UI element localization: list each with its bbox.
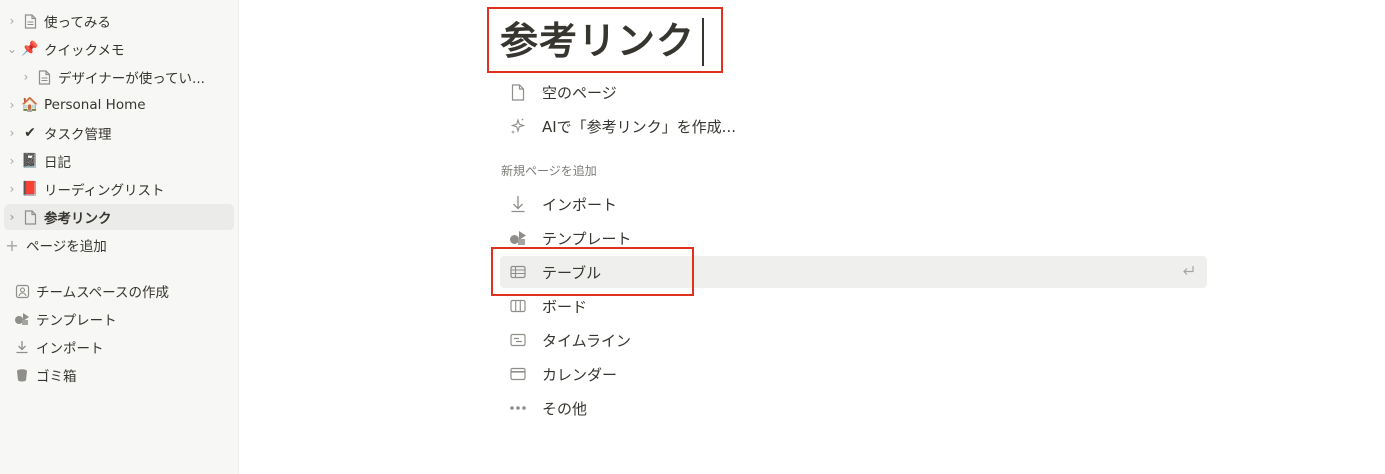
sidebar-page-personal-home[interactable]: › 🏠 Personal Home <box>4 92 234 118</box>
chevron-right-icon[interactable]: › <box>4 98 20 112</box>
import-icon <box>502 195 534 213</box>
chevron-down-icon[interactable]: ⌄ <box>4 42 20 56</box>
sidebar-utility-label: テンプレート <box>36 313 117 329</box>
sidebar-page-label: 使ってみる <box>44 15 111 31</box>
notebook-icon: 📓 <box>21 153 39 169</box>
add-page-label: ページを追加 <box>26 239 107 255</box>
house-icon: 🏠 <box>21 97 39 113</box>
chevron-right-icon[interactable]: › <box>4 154 20 168</box>
sidebar-import[interactable]: インポート <box>4 334 234 360</box>
sidebar-page-designer[interactable]: › デザイナーが使ってい... <box>4 64 234 90</box>
sidebar-page-label: タスク管理 <box>44 127 112 143</box>
enter-key-icon <box>1181 264 1195 282</box>
empty-page-option[interactable]: 空のページ <box>500 76 1207 108</box>
option-label: カレンダー <box>542 365 618 384</box>
sidebar-page-diary[interactable]: › 📓 日記 <box>4 148 234 174</box>
chevron-right-icon[interactable]: › <box>4 126 20 140</box>
page-icon <box>34 69 54 85</box>
template-icon <box>502 230 534 246</box>
sidebar-page-reading-list[interactable]: › 📕 リーディングリスト <box>4 176 234 202</box>
board-icon <box>502 299 534 313</box>
option-label: タイムライン <box>542 331 631 350</box>
sidebar-page-sanko-link[interactable]: › 参考リンク <box>4 204 234 230</box>
add-page-button[interactable]: + ページを追加 <box>4 232 234 258</box>
timeline-option[interactable]: タイムライン <box>500 324 1207 356</box>
sidebar-templates[interactable]: テンプレート <box>4 306 234 332</box>
plus-icon: + <box>5 235 19 255</box>
chevron-right-icon[interactable]: › <box>4 14 20 28</box>
chevron-right-icon[interactable]: › <box>4 182 20 196</box>
template-icon <box>12 312 32 326</box>
page-icon <box>20 209 40 225</box>
check-mark-icon: ✔ <box>24 125 36 141</box>
table-highlight-box <box>491 247 694 296</box>
import-icon <box>12 340 32 354</box>
ai-create-option[interactable]: AIで「参考リンク」を作成... <box>500 110 1207 142</box>
calendar-option[interactable]: カレンダー <box>500 358 1207 390</box>
import-option[interactable]: インポート <box>500 188 1207 220</box>
sidebar-page-label: クイックメモ <box>44 43 125 59</box>
sidebar-page-label: Personal Home <box>44 97 146 113</box>
sidebar-utility-label: ゴミ箱 <box>36 369 77 385</box>
option-label: AIで「参考リンク」を作成... <box>542 117 736 136</box>
option-label: ボード <box>542 297 588 316</box>
more-icon <box>502 405 534 411</box>
sidebar-page-quick-memo[interactable]: ⌄ 📌 クイックメモ <box>4 36 234 62</box>
pushpin-icon: 📌 <box>21 41 39 57</box>
option-label: その他 <box>542 399 588 418</box>
option-label: テンプレート <box>542 229 632 248</box>
sidebar: › 使ってみる ⌄ 📌 クイックメモ › デザイナーが使ってい... › 🏠 P… <box>0 0 239 474</box>
sidebar-page-label: デザイナーが使ってい... <box>58 71 205 87</box>
book-icon: 📕 <box>21 181 39 197</box>
trash-icon <box>12 368 32 382</box>
teamspace-icon <box>12 284 32 299</box>
section-label: 新規ページを追加 <box>501 164 597 178</box>
calendar-icon <box>502 367 534 381</box>
option-label: インポート <box>542 195 618 214</box>
sidebar-utility-label: インポート <box>36 341 104 357</box>
sidebar-page-task[interactable]: › ✔ タスク管理 <box>4 120 234 146</box>
sparkle-icon <box>502 117 534 135</box>
sidebar-utility-label: チームスペースの作成 <box>36 285 169 301</box>
sidebar-page-tsukattemiru[interactable]: › 使ってみる <box>4 8 234 34</box>
chevron-right-icon[interactable]: › <box>4 210 20 224</box>
sidebar-page-label: 参考リンク <box>44 211 112 227</box>
timeline-icon <box>502 333 534 347</box>
chevron-right-icon[interactable]: › <box>18 70 34 84</box>
sidebar-create-teamspace[interactable]: チームスペースの作成 <box>4 278 234 304</box>
title-highlight-box <box>487 7 723 73</box>
sidebar-page-label: 日記 <box>44 155 71 171</box>
page-icon <box>20 13 40 29</box>
sidebar-page-label: リーディングリスト <box>44 183 165 199</box>
sidebar-trash[interactable]: ゴミ箱 <box>4 362 234 388</box>
page-icon <box>502 83 534 101</box>
option-label: 空のページ <box>542 83 617 102</box>
more-option[interactable]: その他 <box>500 392 1207 424</box>
